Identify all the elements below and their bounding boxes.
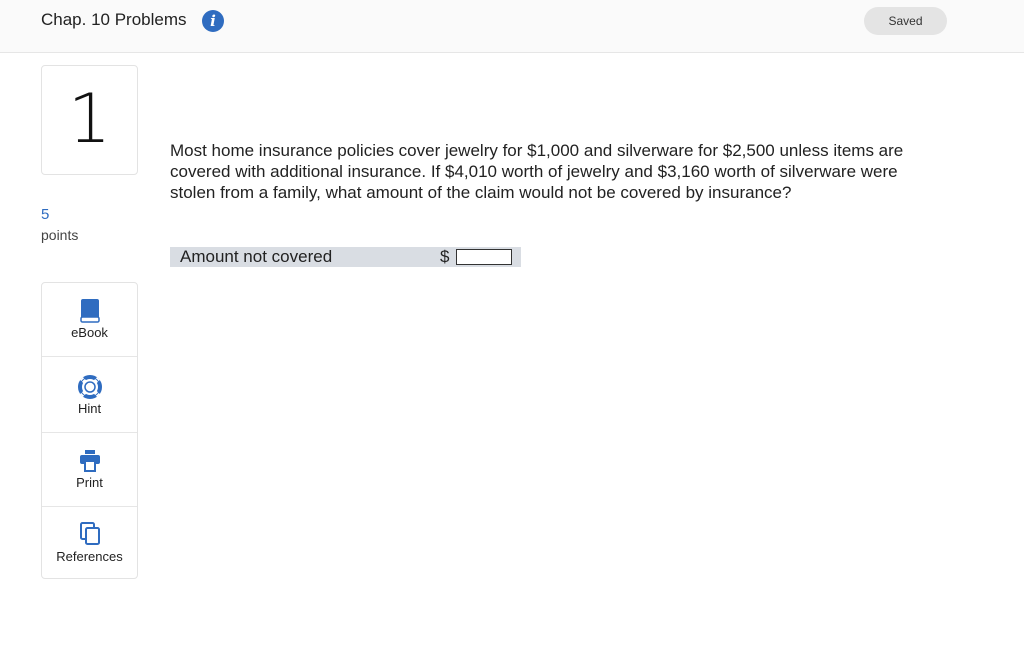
points-value: 5	[41, 206, 50, 223]
lifebuoy-icon	[78, 375, 102, 399]
currency-symbol: $	[440, 247, 450, 266]
question-number-card: 1	[41, 65, 138, 175]
references-button[interactable]: References	[42, 507, 137, 580]
amount-not-covered-input[interactable]	[456, 249, 512, 265]
hint-button[interactable]: Hint	[42, 359, 137, 433]
assignment-title: Chap. 10 Problems	[41, 10, 187, 29]
ebook-button[interactable]: eBook	[42, 283, 137, 357]
ebook-label: eBook	[71, 325, 108, 340]
resource-panel: eBook Hint Print References	[41, 282, 138, 579]
print-label: Print	[76, 475, 103, 490]
info-icon[interactable]: i	[202, 10, 224, 32]
answer-label: Amount not covered	[180, 247, 333, 266]
saved-status-badge: Saved	[864, 7, 947, 35]
answer-row: Amount not covered $	[170, 247, 521, 267]
printer-icon	[80, 450, 100, 472]
question-text: Most home insurance policies cover jewel…	[170, 141, 904, 202]
references-label: References	[56, 549, 123, 564]
copy-icon	[80, 522, 100, 545]
points-label: points	[41, 227, 79, 243]
top-bar: Chap. 10 Problems i Saved	[0, 0, 1024, 53]
hint-label: Hint	[77, 401, 102, 416]
book-icon	[80, 299, 100, 323]
print-button[interactable]: Print	[42, 433, 137, 507]
question-number: 1	[67, 80, 112, 159]
